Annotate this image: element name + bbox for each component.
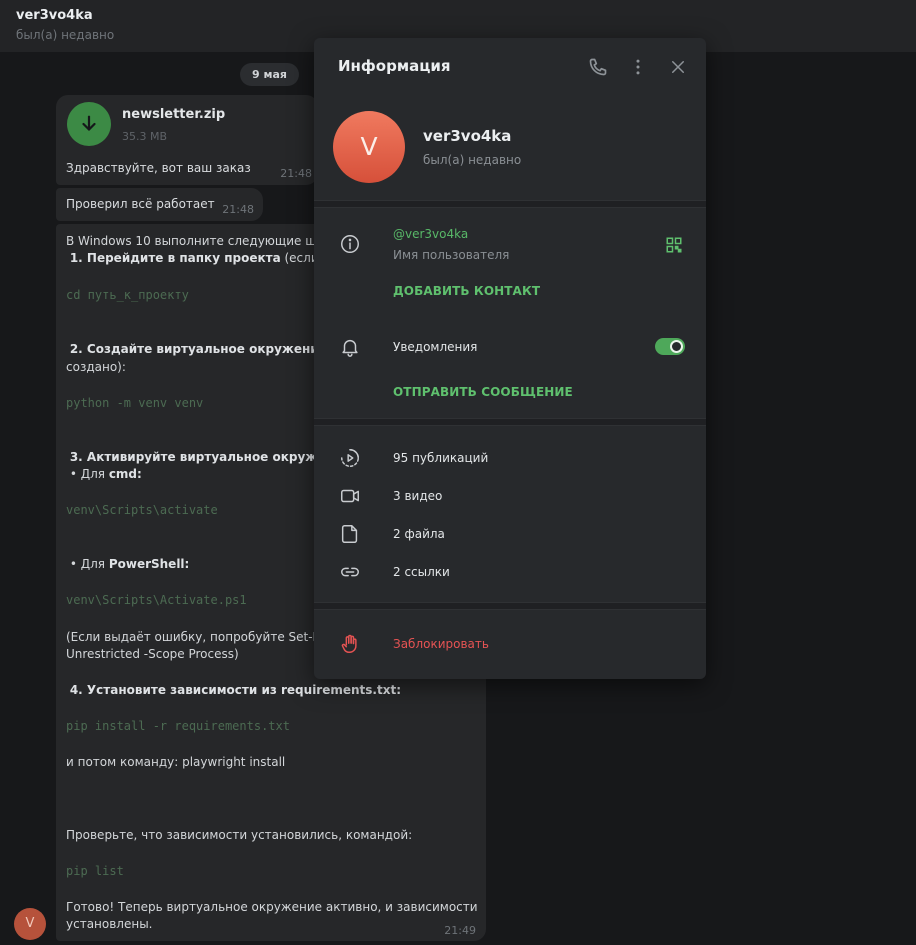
download-icon[interactable] <box>67 102 111 146</box>
message-line: Готово! Теперь виртуальное окружение акт… <box>66 900 478 914</box>
links-count[interactable]: 2 ссылки <box>393 565 450 579</box>
videos-count[interactable]: 3 видео <box>393 489 442 503</box>
file-name: newsletter.zip <box>122 107 226 122</box>
sender-avatar[interactable]: V <box>14 908 46 940</box>
code-line: venv\Scripts\activate <box>66 503 218 517</box>
username-label: Имя пользователя <box>393 248 510 262</box>
username-value[interactable]: @ver3vo4ka <box>393 227 468 241</box>
message-time: 21:48 <box>280 167 312 180</box>
message-line: установлены. <box>66 917 153 931</box>
user-info-panel: Информация V ver3vo4ka был(а) недавно @v… <box>314 38 706 679</box>
message-time: 21:48 <box>222 203 254 216</box>
file-size: 35.3 MB <box>122 130 168 143</box>
profile-avatar[interactable]: V <box>333 111 405 183</box>
message-line: 3. Активируйте виртуальное окружен <box>69 450 334 464</box>
message-time: 21:49 <box>444 924 476 937</box>
message-text: Проверил всё работает <box>66 197 215 211</box>
profile-status: был(а) недавно <box>423 153 522 167</box>
file-icon <box>338 522 362 546</box>
block-user-button[interactable]: Заблокировать <box>393 637 489 651</box>
code-line: venv\Scripts\Activate.ps1 <box>66 593 247 607</box>
hand-stop-icon <box>338 632 362 656</box>
message-line: В Windows 10 выполните следующие ша <box>66 234 324 248</box>
code-line: pip list <box>66 864 124 878</box>
message-line: и потом команду: playwright install <box>66 755 286 769</box>
message-line: (Если выдаёт ошибку, попробуйте Set-E <box>66 630 321 644</box>
posts-icon <box>338 446 362 470</box>
files-count[interactable]: 2 файла <box>393 527 445 541</box>
toggle-knob <box>670 340 683 353</box>
message-line: • Для cmd: <box>69 467 142 481</box>
section-divider <box>314 418 706 426</box>
panel-title: Информация <box>338 57 451 75</box>
message-line: • Для PowerShell: <box>69 557 190 571</box>
more-vertical-icon[interactable] <box>626 55 650 79</box>
phone-icon[interactable] <box>586 55 610 79</box>
bell-icon <box>338 335 362 359</box>
link-icon <box>338 560 362 584</box>
close-icon[interactable] <box>666 55 690 79</box>
date-separator: 9 мая <box>240 63 299 86</box>
message-line: 2. Создайте виртуальное окружение ( <box>69 342 336 356</box>
add-contact-button[interactable]: ДОБАВИТЬ КОНТАКТ <box>393 284 540 298</box>
section-divider <box>314 200 706 208</box>
message-line: создано): <box>66 360 126 374</box>
notifications-toggle[interactable] <box>655 338 685 355</box>
video-icon <box>338 484 362 508</box>
send-message-button[interactable]: ОТПРАВИТЬ СООБЩЕНИЕ <box>393 385 573 399</box>
message-bubble[interactable]: Проверил всё работает 21:48 <box>56 188 263 221</box>
posts-count[interactable]: 95 публикаций <box>393 451 488 465</box>
message-line: 4. Установите зависимости из requirement… <box>69 683 401 697</box>
message-line: Unrestricted -Scope Process) <box>66 647 239 661</box>
section-divider <box>314 602 706 610</box>
qr-code-icon[interactable] <box>662 233 686 257</box>
file-caption: Здравствуйте, вот ваш заказ <box>66 161 251 175</box>
message-line: 1. Перейдите в папку проекта (если ещ <box>69 251 342 265</box>
notifications-label: Уведомления <box>393 340 478 354</box>
chat-contact-name: ver3vo4ka <box>16 8 93 23</box>
info-icon <box>338 232 362 256</box>
file-message[interactable]: newsletter.zip 35.3 MB Здравствуйте, вот… <box>56 95 318 185</box>
code-line: cd путь_к_проекту <box>66 288 189 302</box>
profile-name: ver3vo4ka <box>423 127 512 145</box>
code-line: python -m venv venv <box>66 396 204 410</box>
message-line: Проверьте, что зависимости установились,… <box>66 828 413 842</box>
code-line: pip install -r requirements.txt <box>66 719 290 733</box>
